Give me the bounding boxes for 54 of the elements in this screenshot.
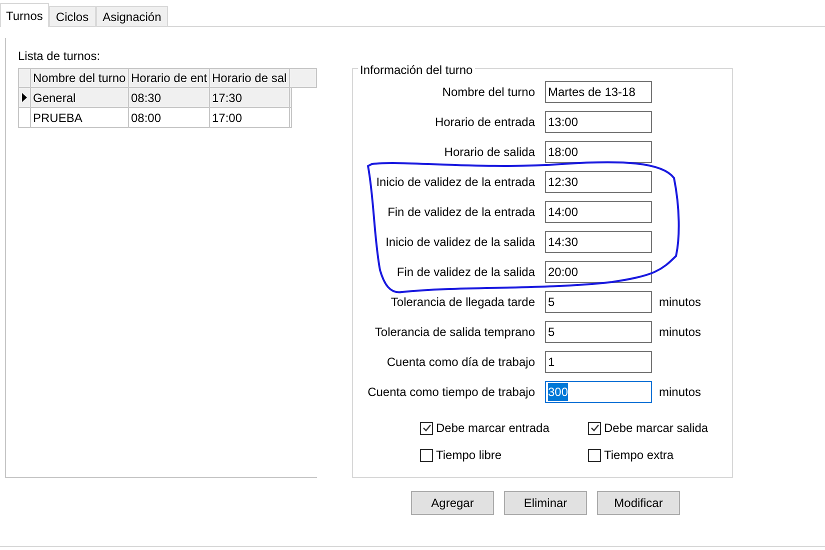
- field-label: Cuenta como día de trabajo: [386, 354, 535, 371]
- checkbox-label: Tiempo libre: [436, 447, 502, 464]
- input-field[interactable]: 13:00: [545, 111, 652, 133]
- table-row[interactable]: PRUEBA 08:00 17:00: [18, 108, 292, 128]
- field-label: Nombre del turno: [441, 84, 535, 101]
- field-label: Fin de validez de la salida: [396, 264, 535, 281]
- table-cell: 17:30: [210, 88, 290, 107]
- input-field[interactable]: 18:00: [545, 141, 652, 163]
- checkbox-label: Tiempo extra: [604, 447, 674, 464]
- table-cell: General: [31, 88, 129, 107]
- field-label: Horario de entrada: [434, 114, 535, 131]
- field-label: Tolerancia de salida temprano: [374, 324, 535, 341]
- table-cell: PRUEBA: [31, 108, 129, 127]
- unit-label: minutos: [659, 294, 702, 311]
- action-button[interactable]: Eliminar: [504, 491, 587, 515]
- table-cell: 08:00: [129, 108, 210, 127]
- column-header[interactable]: Nombre del turno: [31, 69, 129, 87]
- unit-label: minutos: [659, 384, 702, 401]
- field-label: Inicio de validez de la entrada: [375, 174, 535, 191]
- input-field[interactable]: 14:30: [545, 231, 652, 253]
- tab[interactable]: Ciclos: [48, 6, 96, 26]
- tab[interactable]: Turnos: [0, 3, 49, 27]
- input-field[interactable]: 12:30: [545, 171, 652, 193]
- column-header[interactable]: Horario de sal: [210, 69, 290, 87]
- table-cell: 17:00: [210, 108, 290, 127]
- check-icon: [590, 423, 600, 433]
- table-cell: 08:30: [129, 88, 210, 107]
- field-label: Horario de salida: [443, 144, 535, 161]
- checkbox[interactable]: [588, 422, 601, 434]
- action-button[interactable]: Agregar: [411, 491, 494, 515]
- current-row-icon: [22, 93, 27, 102]
- field-label: Tolerancia de llegada tarde: [390, 294, 535, 311]
- input-field[interactable]: 14:00: [545, 201, 652, 223]
- input-field[interactable]: 20:00: [545, 261, 652, 283]
- list-label: Lista de turnos:: [18, 48, 102, 65]
- field-label: Inicio de validez de la salida: [384, 234, 535, 251]
- check-icon: [422, 423, 432, 433]
- input-field[interactable]: 5: [545, 321, 652, 343]
- input-field[interactable]: Martes de 13-18: [545, 81, 652, 103]
- checkbox[interactable]: [420, 422, 433, 434]
- tab[interactable]: Asignación: [96, 6, 168, 26]
- checkbox[interactable]: [420, 448, 433, 462]
- column-header[interactable]: Horario de ent: [129, 69, 210, 87]
- field-label: Cuenta como tiempo de trabajo: [366, 384, 535, 401]
- checkbox[interactable]: [588, 448, 601, 462]
- input-field[interactable]: 5: [545, 291, 652, 313]
- checkbox-label: Debe marcar entrada: [436, 420, 550, 437]
- field-label: Fin de validez de la entrada: [386, 204, 535, 221]
- table-row[interactable]: General 08:30 17:30: [18, 88, 292, 108]
- action-button[interactable]: Modificar: [597, 491, 680, 515]
- unit-label: minutos: [659, 324, 702, 341]
- checkbox-label: Debe marcar salida: [604, 420, 708, 437]
- input-field[interactable]: 300: [545, 381, 652, 403]
- input-field[interactable]: 1: [545, 351, 652, 373]
